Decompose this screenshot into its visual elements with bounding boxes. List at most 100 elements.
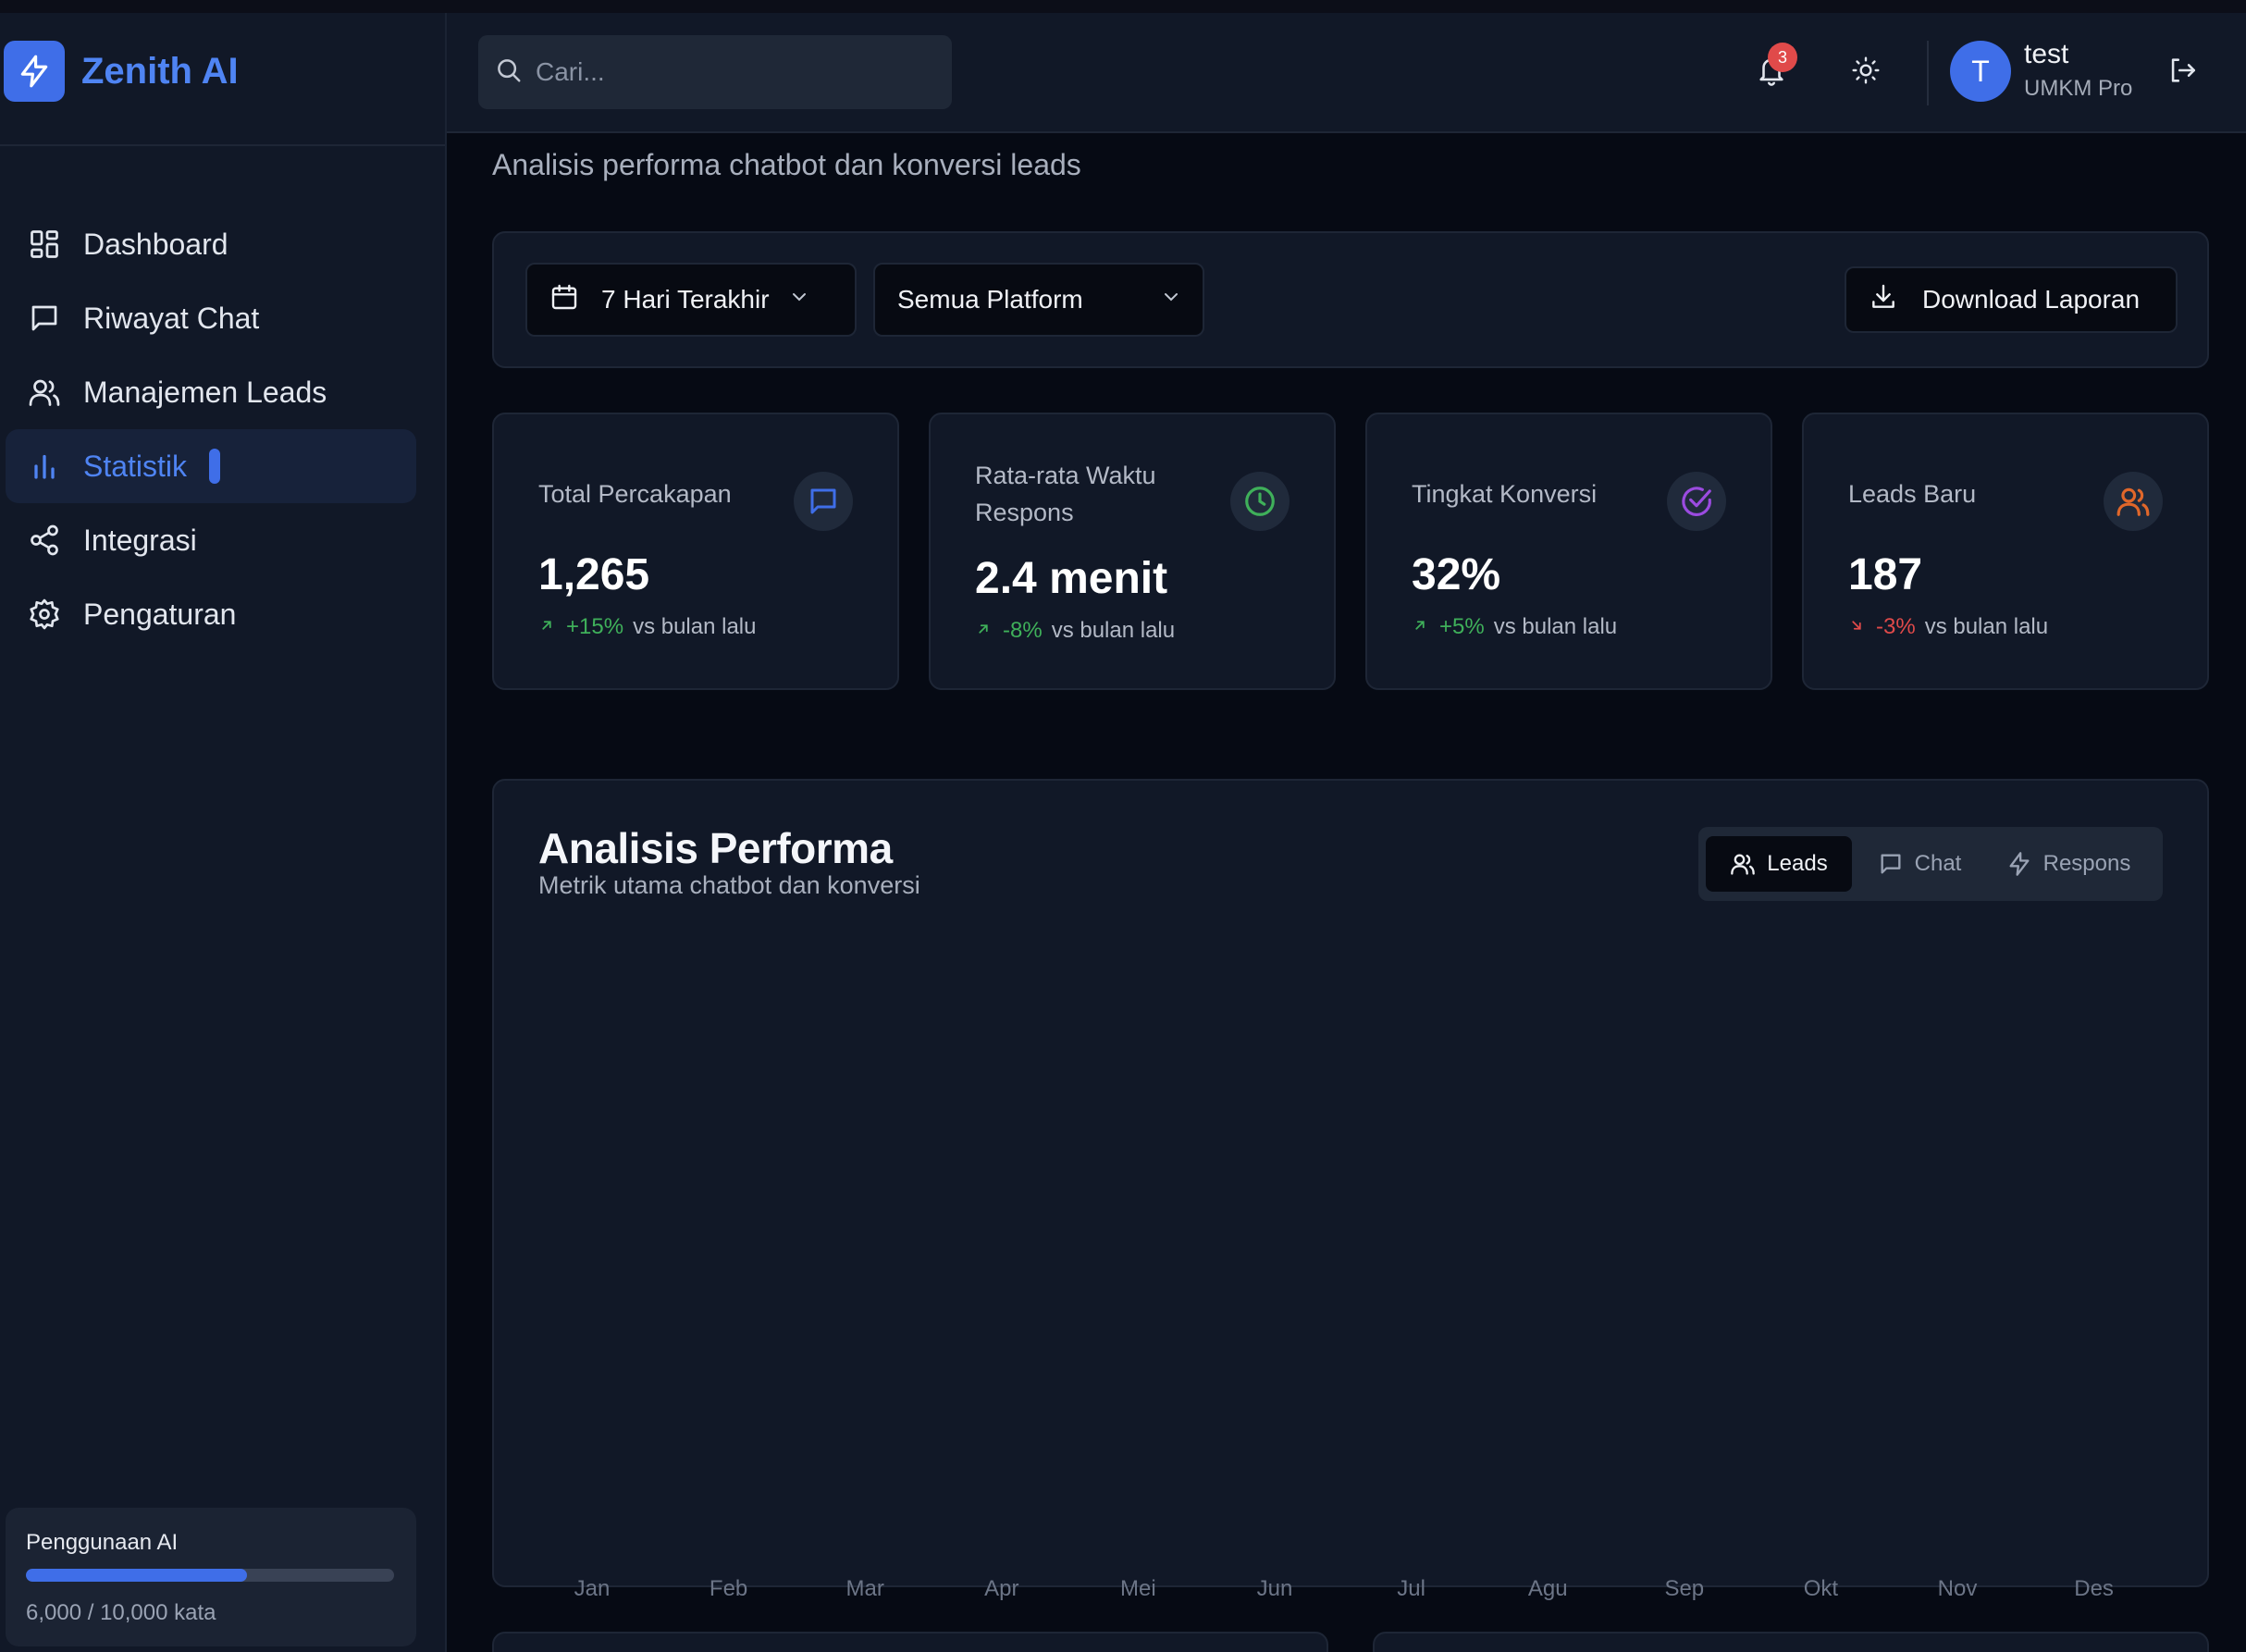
date-range-select[interactable]: 7 Hari Terakhir	[525, 263, 857, 337]
calendar-icon	[549, 282, 579, 318]
search-icon	[495, 56, 523, 89]
gear-icon	[26, 596, 63, 633]
lightning-icon	[4, 41, 65, 102]
performance-tabs: Leads Chat Respons	[1698, 827, 2163, 901]
header-divider	[1927, 41, 1929, 105]
brand[interactable]: Zenith AI	[4, 41, 239, 102]
avatar[interactable]: T	[1950, 41, 2011, 102]
sidebar-item-riwayat-chat[interactable]: Riwayat Chat	[6, 281, 416, 355]
filter-bar: 7 Hari Terakhir Semua Platform Download …	[492, 231, 2209, 368]
x-tick-label: Apr	[984, 1576, 1019, 1601]
date-range-value: 7 Hari Terakhir	[601, 285, 770, 314]
dashboard-icon	[26, 226, 63, 263]
stat-value: 2.4 menit	[975, 554, 1168, 603]
x-tick-label: Okt	[1803, 1576, 1839, 1601]
chat-icon	[1878, 851, 1904, 877]
usage-title: Penggunaan AI	[26, 1530, 179, 1555]
notifications-button[interactable]: 3	[1744, 43, 1799, 100]
x-tick-label: Sep	[1664, 1576, 1705, 1601]
share-icon	[26, 522, 63, 559]
sidebar-item-label: Integrasi	[83, 523, 197, 557]
stat-change: +15% vs bulan lalu	[538, 614, 756, 640]
x-tick-label: Des	[2074, 1576, 2114, 1601]
x-tick-label: Mei	[1120, 1576, 1156, 1601]
page-subtitle: Analisis performa chatbot dan konversi l…	[492, 148, 1081, 181]
tab-label: Leads	[1767, 851, 1828, 876]
stat-change: +5% vs bulan lalu	[1412, 614, 1617, 640]
x-tick-label: Feb	[709, 1576, 748, 1601]
users-icon	[26, 374, 63, 411]
platform-select[interactable]: Semua Platform	[873, 263, 1204, 337]
sidebar-nav: Dashboard Riwayat Chat Manajemen Leads S…	[6, 207, 416, 651]
performance-subtitle: Metrik utama chatbot dan konversi	[538, 871, 920, 899]
sidebar-item-label: Statistik	[83, 449, 188, 483]
stat-title: Rata-rata Waktu Respons	[975, 462, 1156, 526]
top-header: 3 T test UMKM Pro	[447, 13, 2246, 133]
stat-value: 187	[1848, 550, 1923, 599]
theme-toggle-button[interactable]	[1838, 44, 1894, 100]
usage-progress-fill	[26, 1569, 247, 1582]
lightning-icon	[2006, 851, 2032, 877]
bottom-card-right	[1373, 1632, 2209, 1652]
chat-icon	[26, 300, 63, 337]
download-report-button[interactable]: Download Laporan	[1845, 266, 2178, 333]
chart-x-axis: Jan Feb Mar Apr Mei Jun Jul Agu Sep Okt Nov Des	[531, 1576, 2196, 1604]
check-circle-icon	[1667, 472, 1726, 531]
sidebar-item-dashboard[interactable]: Dashboard	[6, 207, 416, 281]
performance-card: Analisis Performa Metrik utama chatbot d…	[492, 779, 2209, 1601]
search-input[interactable]	[536, 57, 924, 87]
platform-value: Semua Platform	[897, 285, 1083, 314]
logout-button[interactable]	[2154, 44, 2210, 100]
sidebar-item-label: Pengaturan	[83, 597, 237, 631]
stat-change-percent: +15%	[566, 614, 624, 639]
stat-title: Tingkat Konversi	[1412, 480, 1598, 508]
divider	[0, 144, 445, 146]
search-box[interactable]	[478, 35, 952, 109]
stat-change-suffix: vs bulan lalu	[633, 614, 757, 639]
arrow-down-right-icon	[1848, 614, 1865, 640]
stat-change-suffix: vs bulan lalu	[1924, 614, 2049, 639]
user-plan: UMKM Pro	[2024, 76, 2133, 101]
x-tick-label: Jan	[574, 1576, 611, 1601]
top-strip	[0, 0, 2246, 13]
stat-card-waktu-respons: Rata-rata Waktu Respons 2.4 menit -8% vs…	[929, 413, 1336, 690]
stat-card-total-percakapan: Total Percakapan 1,265 +15% vs bulan lal…	[492, 413, 899, 690]
bottom-card-left	[492, 1632, 1328, 1652]
clock-icon	[1230, 472, 1290, 531]
stat-change-percent: -8%	[1003, 618, 1043, 643]
stat-change-suffix: vs bulan lalu	[1493, 614, 1618, 639]
chevron-down-icon	[788, 285, 810, 314]
x-tick-label: Nov	[1937, 1576, 1978, 1601]
stat-change: -8% vs bulan lalu	[975, 618, 1175, 644]
sun-icon	[1851, 55, 1881, 90]
notification-badge: 3	[1768, 43, 1797, 72]
message-icon	[794, 472, 853, 531]
tab-chat[interactable]: Chat	[1852, 836, 1987, 892]
stat-value: 1,265	[538, 550, 650, 599]
logout-icon	[2166, 55, 2198, 91]
tab-leads[interactable]: Leads	[1706, 836, 1852, 892]
sidebar-item-manajemen-leads[interactable]: Manajemen Leads	[6, 355, 416, 429]
brand-name: Zenith AI	[81, 50, 239, 92]
sidebar-item-label: Riwayat Chat	[83, 301, 260, 335]
sidebar-item-integrasi[interactable]: Integrasi	[6, 503, 416, 577]
user-name: test	[2024, 39, 2069, 69]
stat-change-suffix: vs bulan lalu	[1051, 618, 1176, 643]
x-tick-label: Mar	[845, 1576, 884, 1601]
x-tick-label: Agu	[1527, 1576, 1568, 1601]
arrow-up-right-icon	[538, 614, 555, 640]
usage-text: 6,000 / 10,000 kata	[26, 1600, 216, 1625]
x-tick-label: Jun	[1256, 1576, 1293, 1601]
tab-label: Respons	[2042, 851, 2131, 876]
usage-progress-bar	[26, 1569, 394, 1582]
stat-title: Leads Baru	[1848, 480, 1977, 508]
x-tick-label: Jul	[1397, 1576, 1425, 1601]
tab-respons[interactable]: Respons	[1987, 836, 2150, 892]
ai-usage-card: Penggunaan AI 6,000 / 10,000 kata	[6, 1508, 416, 1646]
sidebar-item-statistik[interactable]: Statistik	[6, 429, 416, 503]
stat-value: 32%	[1412, 550, 1501, 599]
stat-card-tingkat-konversi: Tingkat Konversi 32% +5% vs bulan lalu	[1365, 413, 1772, 690]
stat-change-percent: -3%	[1876, 614, 1916, 639]
sidebar-item-pengaturan[interactable]: Pengaturan	[6, 577, 416, 651]
active-indicator	[209, 449, 221, 484]
